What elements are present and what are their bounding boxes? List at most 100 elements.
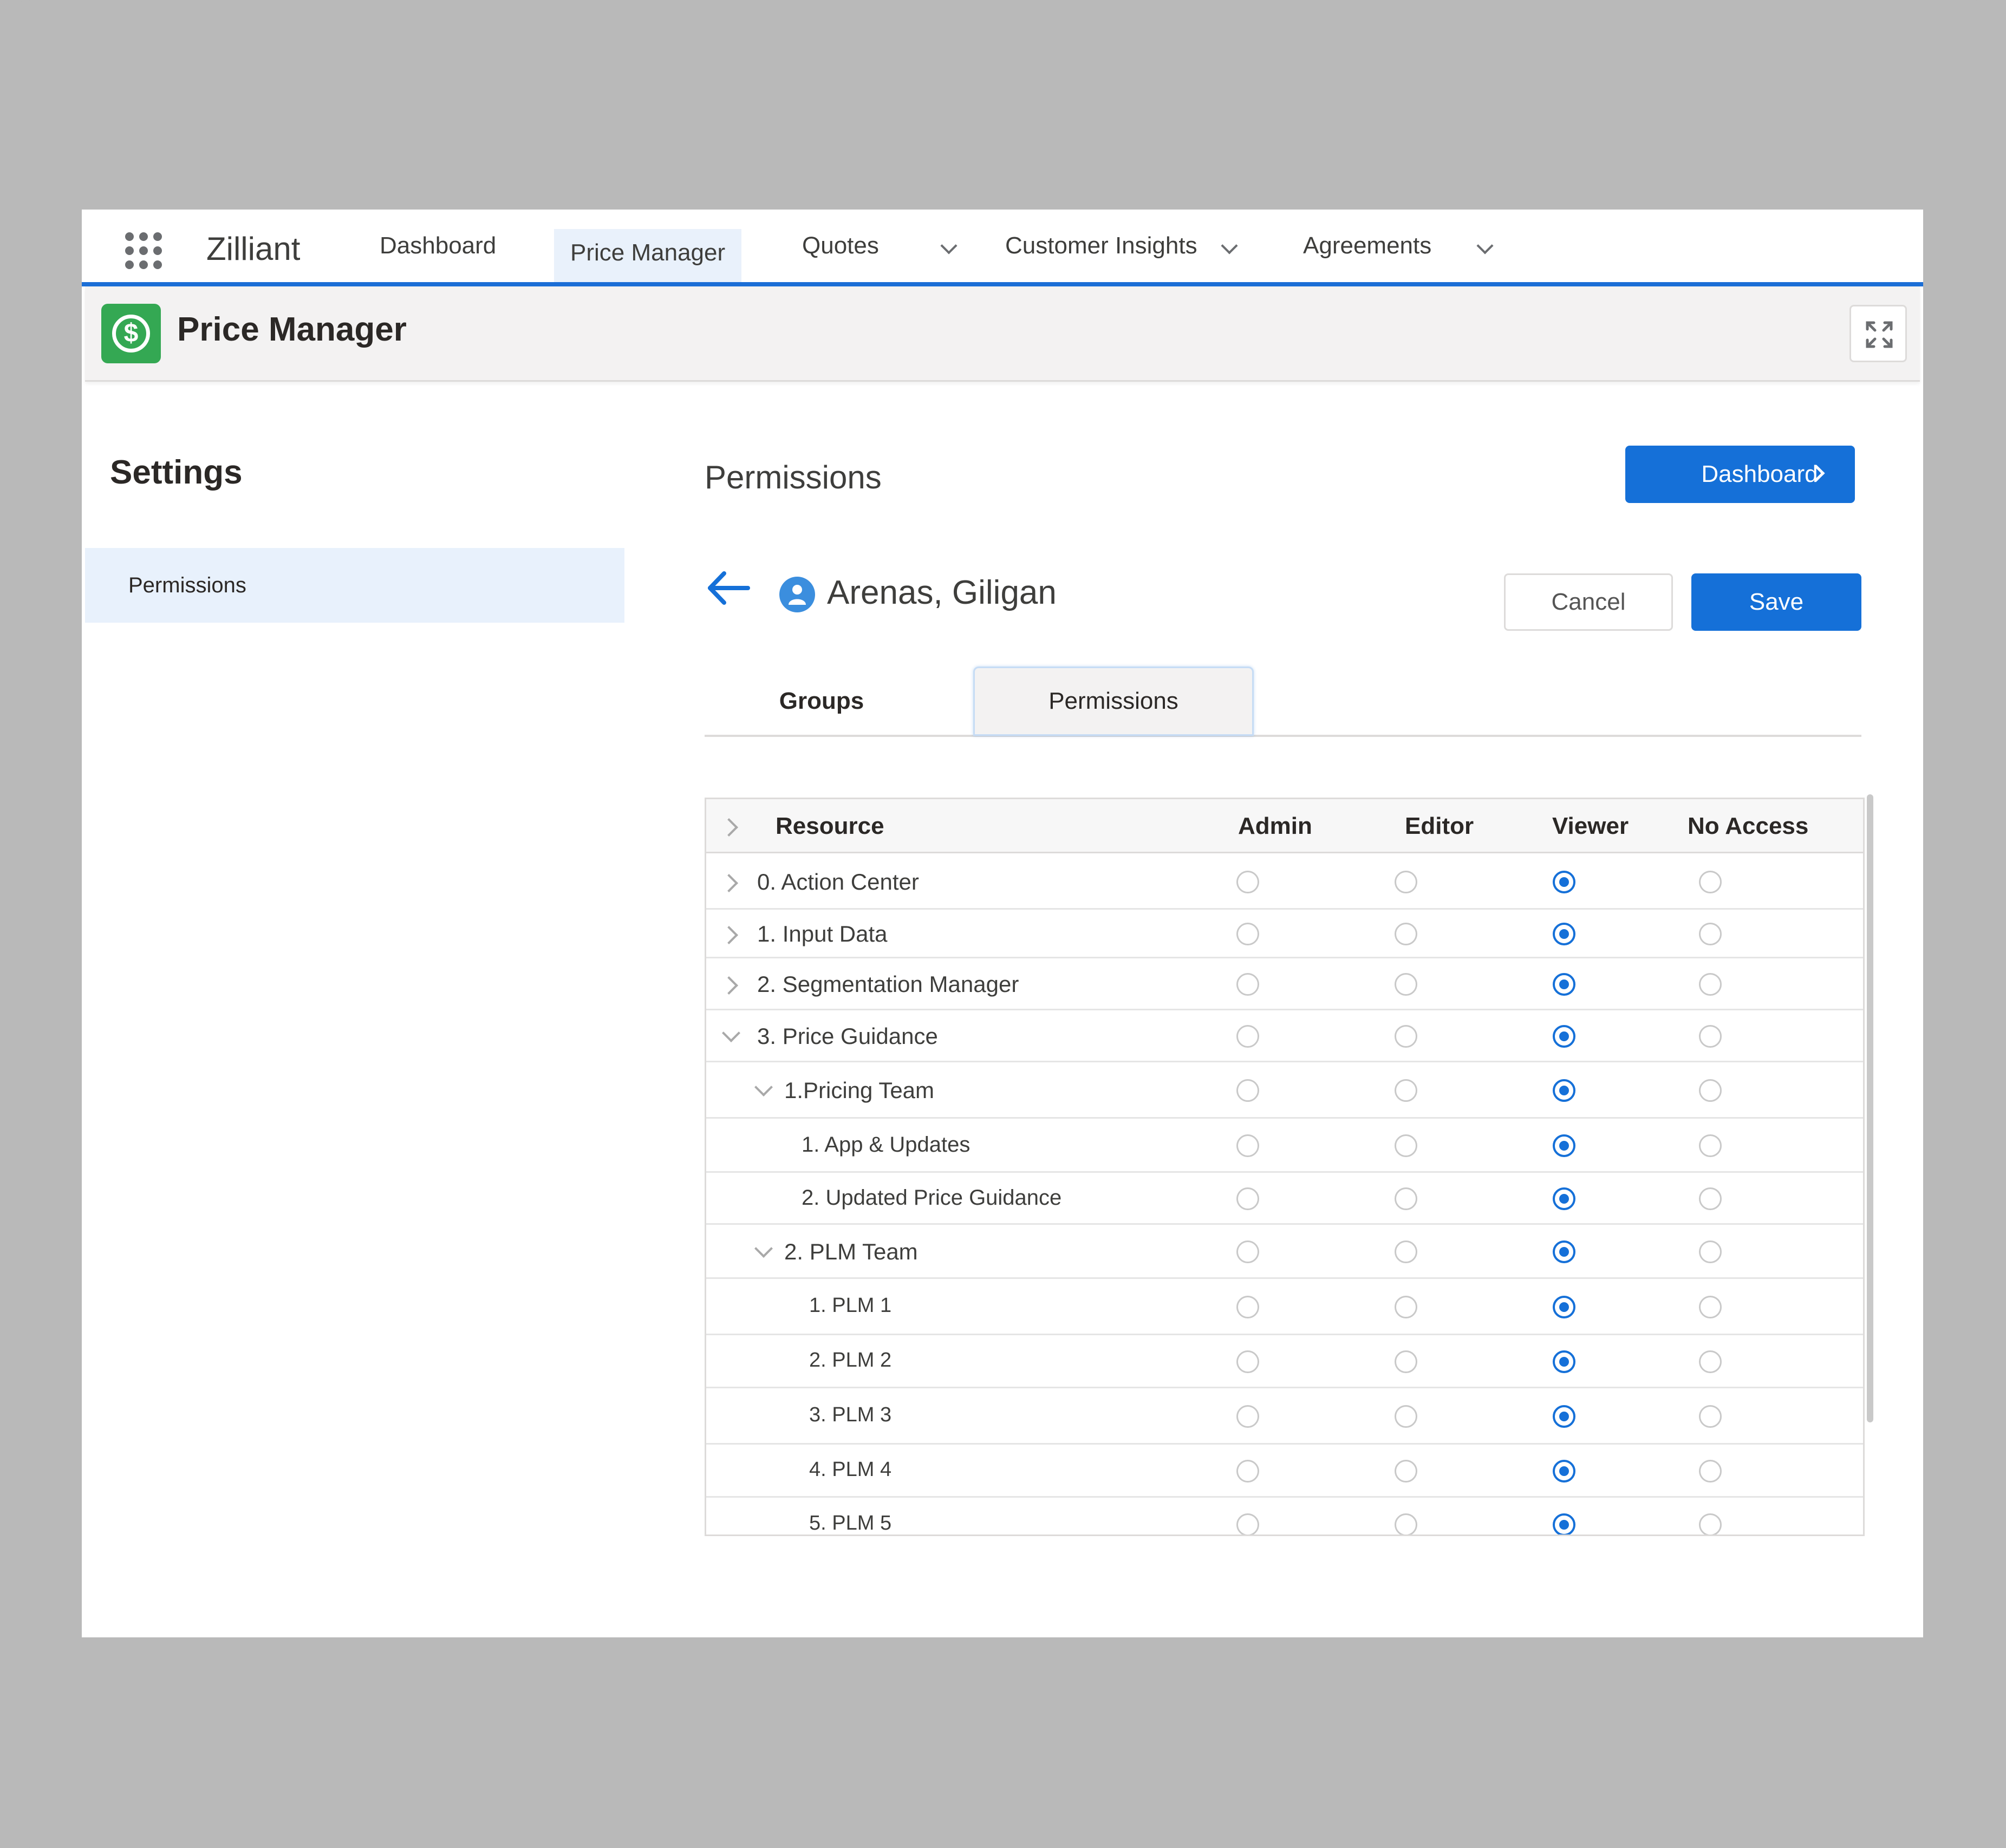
radio-viewer[interactable] (1553, 1296, 1575, 1318)
radio-admin[interactable] (1236, 1240, 1259, 1263)
radio-no-access[interactable] (1699, 1296, 1722, 1318)
sidebar-item-permissions[interactable]: Permissions (85, 548, 624, 623)
radio-admin[interactable] (1236, 1025, 1259, 1048)
resource-label: 2. PLM Team (784, 1239, 918, 1264)
radio-no-access[interactable] (1699, 1350, 1722, 1373)
nav-item-price-manager[interactable]: Price Manager (554, 229, 742, 282)
table-row: 3. PLM 3 (706, 1388, 1863, 1445)
table-header: Resource Admin Editor Viewer No Access (706, 799, 1863, 853)
radio-viewer[interactable] (1553, 1513, 1575, 1534)
radio-admin[interactable] (1236, 1350, 1259, 1373)
chevron-down-icon[interactable] (755, 1083, 770, 1098)
radio-editor[interactable] (1395, 1240, 1417, 1263)
nav-item-customer-insights[interactable]: Customer Insights (989, 210, 1214, 282)
back-arrow-icon[interactable] (705, 569, 753, 607)
radio-viewer[interactable] (1553, 1187, 1575, 1210)
radio-editor[interactable] (1395, 1025, 1417, 1048)
chevron-right-icon[interactable] (722, 874, 738, 890)
permissions-table: Resource Admin Editor Viewer No Access 0… (705, 798, 1865, 1536)
chevron-down-icon[interactable] (941, 240, 956, 255)
radio-admin[interactable] (1236, 1296, 1259, 1318)
radio-admin[interactable] (1236, 1079, 1259, 1102)
section-title: Permissions (705, 459, 882, 495)
radio-editor[interactable] (1395, 1134, 1417, 1157)
nav-item-dashboard[interactable]: Dashboard (363, 210, 512, 282)
chevron-right-icon[interactable] (722, 819, 738, 834)
radio-viewer[interactable] (1553, 923, 1575, 945)
chevron-down-icon[interactable] (755, 1244, 770, 1259)
table-row: 5. PLM 5 (706, 1498, 1863, 1534)
radio-editor[interactable] (1395, 973, 1417, 996)
radio-editor[interactable] (1395, 1296, 1417, 1318)
radio-admin[interactable] (1236, 1187, 1259, 1210)
radio-no-access[interactable] (1699, 1513, 1722, 1534)
table-row: 2. Updated Price Guidance (706, 1173, 1863, 1225)
radio-no-access[interactable] (1699, 1187, 1722, 1210)
radio-no-access[interactable] (1699, 1405, 1722, 1428)
radio-viewer[interactable] (1553, 1240, 1575, 1263)
save-button[interactable]: Save (1691, 573, 1861, 631)
radio-viewer[interactable] (1553, 1134, 1575, 1157)
radio-viewer[interactable] (1553, 1405, 1575, 1428)
table-row: 3. Price Guidance (706, 1010, 1863, 1062)
resource-label: 5. PLM 5 (809, 1512, 892, 1534)
radio-editor[interactable] (1395, 1513, 1417, 1534)
user-name: Arenas, Giligan (827, 574, 1057, 611)
radio-editor[interactable] (1395, 923, 1417, 945)
table-row: 2. Segmentation Manager (706, 958, 1863, 1010)
radio-admin[interactable] (1236, 1513, 1259, 1534)
chevron-right-icon[interactable] (722, 977, 738, 992)
radio-no-access[interactable] (1699, 1025, 1722, 1048)
radio-viewer[interactable] (1553, 1460, 1575, 1483)
table-row: 1. PLM 1 (706, 1279, 1863, 1335)
radio-no-access[interactable] (1699, 1134, 1722, 1157)
radio-editor[interactable] (1395, 1405, 1417, 1428)
radio-editor[interactable] (1395, 1187, 1417, 1210)
cancel-button[interactable]: Cancel (1504, 573, 1673, 631)
radio-admin[interactable] (1236, 923, 1259, 945)
table-row: 1. Input Data (706, 910, 1863, 958)
app-launcher-icon[interactable] (125, 232, 162, 269)
radio-no-access[interactable] (1699, 1240, 1722, 1263)
radio-no-access[interactable] (1699, 923, 1722, 945)
column-header-no-access: No Access (1688, 813, 1809, 839)
page-title: Price Manager (177, 311, 407, 348)
radio-editor[interactable] (1395, 871, 1417, 893)
radio-editor[interactable] (1395, 1350, 1417, 1373)
chevron-down-icon[interactable] (1477, 240, 1492, 255)
radio-admin[interactable] (1236, 1134, 1259, 1157)
resource-label: 0. Action Center (757, 869, 919, 894)
radio-no-access[interactable] (1699, 973, 1722, 996)
chevron-down-icon[interactable] (1221, 240, 1236, 255)
table-scrollbar[interactable] (1867, 794, 1873, 1422)
resource-label: 2. Segmentation Manager (757, 971, 1019, 997)
radio-viewer[interactable] (1553, 871, 1575, 893)
table-row: 4. PLM 4 (706, 1445, 1863, 1498)
table-row: 2. PLM Team (706, 1225, 1863, 1279)
resource-label: 2. Updated Price Guidance (802, 1186, 1062, 1210)
resource-label: 1. Input Data (757, 921, 888, 946)
radio-admin[interactable] (1236, 1405, 1259, 1428)
tab-groups[interactable]: Groups (751, 667, 892, 736)
chevron-right-icon[interactable] (722, 926, 738, 942)
expand-button[interactable] (1849, 305, 1907, 362)
radio-editor[interactable] (1395, 1460, 1417, 1483)
radio-admin[interactable] (1236, 871, 1259, 893)
radio-viewer[interactable] (1553, 1025, 1575, 1048)
radio-viewer[interactable] (1553, 973, 1575, 996)
radio-no-access[interactable] (1699, 1460, 1722, 1483)
radio-no-access[interactable] (1699, 871, 1722, 893)
nav-item-quotes[interactable]: Quotes (786, 210, 895, 282)
radio-admin[interactable] (1236, 1460, 1259, 1483)
radio-editor[interactable] (1395, 1079, 1417, 1102)
table-row: 0. Action Center (706, 854, 1863, 910)
dashboard-button-label: Dashboard (1701, 461, 1818, 487)
tab-permissions[interactable]: Permissions (973, 667, 1254, 736)
dashboard-button[interactable]: Dashboard (1625, 446, 1855, 503)
nav-item-agreements[interactable]: Agreements (1287, 210, 1448, 282)
radio-viewer[interactable] (1553, 1350, 1575, 1373)
radio-viewer[interactable] (1553, 1079, 1575, 1102)
chevron-down-icon[interactable] (722, 1029, 738, 1044)
radio-no-access[interactable] (1699, 1079, 1722, 1102)
radio-admin[interactable] (1236, 973, 1259, 996)
